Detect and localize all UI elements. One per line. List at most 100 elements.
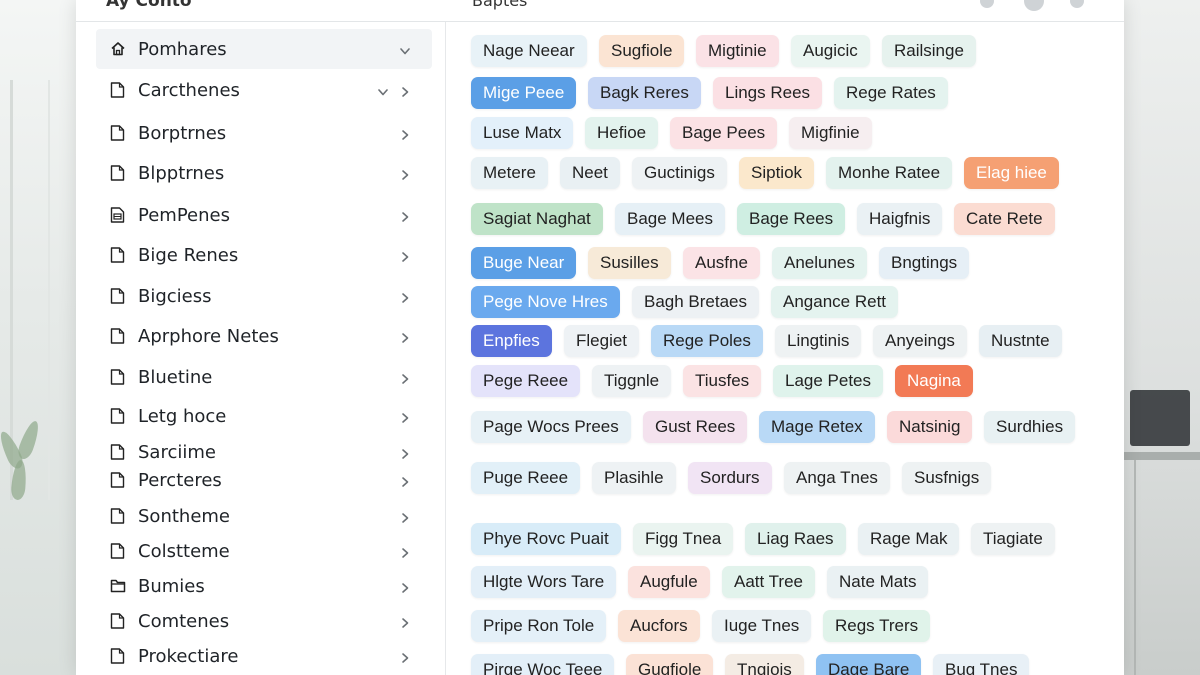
tag-chip[interactable]: Tiagiate	[971, 523, 1055, 555]
tag-chip[interactable]: Dage Bare	[816, 654, 922, 675]
tag-chip[interactable]: Lingtinis	[775, 325, 862, 357]
sidebar-item-borptrnes[interactable]: Borptrnes	[96, 113, 432, 153]
notification-icon[interactable]	[980, 0, 994, 8]
sidebar-item-bluetine[interactable]: Bluetine	[96, 357, 432, 397]
tag-chip[interactable]: Siptiok	[739, 157, 815, 189]
chevron-right-icon[interactable]	[398, 126, 412, 140]
tag-chip[interactable]: Luse Matx	[471, 117, 574, 149]
tag-chip[interactable]: Anyeings	[873, 325, 967, 357]
chevron-down-icon[interactable]	[376, 83, 390, 97]
chevron-right-icon[interactable]	[398, 473, 412, 487]
sidebar-item-sontheme[interactable]: Sontheme	[96, 496, 432, 536]
tag-chip[interactable]: Mige Peee	[471, 77, 577, 109]
tag-chip[interactable]: Gugfiole	[626, 654, 714, 675]
tag-chip[interactable]: Susfnigs	[902, 462, 992, 494]
tag-chip[interactable]: Elag hiee	[964, 157, 1059, 189]
tag-chip[interactable]: Railsinge	[882, 35, 976, 67]
tag-chip[interactable]: Buge Near	[471, 247, 577, 279]
tag-chip[interactable]: Sugfiole	[599, 35, 685, 67]
tag-chip[interactable]: Bage Pees	[670, 117, 778, 149]
tag-chip[interactable]: Nustnte	[979, 325, 1062, 357]
tag-chip[interactable]: Bagk Reres	[588, 77, 701, 109]
sidebar-item-percteres[interactable]: Percteres	[96, 460, 432, 500]
chevron-down-icon[interactable]	[398, 42, 412, 56]
sidebar-item-blpptrnes[interactable]: Blpptrnes	[96, 153, 432, 193]
tag-chip[interactable]: Pripe Ron Tole	[471, 610, 607, 642]
tag-chip[interactable]: Bug Tnes	[933, 654, 1030, 675]
sidebar-item-bige-renes[interactable]: Bige Renes	[96, 235, 432, 275]
settings-icon[interactable]	[1070, 0, 1084, 8]
sidebar-item-prokectiare[interactable]: Prokectiare	[96, 636, 432, 675]
tag-chip[interactable]: Phye Rovc Puait	[471, 523, 621, 555]
sidebar-item-pomhares[interactable]: Pomhares	[96, 29, 432, 69]
sidebar-item-bigciess[interactable]: Bigciess	[96, 276, 432, 316]
tag-chip[interactable]: Cate Rete	[954, 203, 1055, 235]
tag-chip[interactable]: Metere	[471, 157, 548, 189]
tag-chip[interactable]: Rege Poles	[651, 325, 763, 357]
tag-chip[interactable]: Plasihle	[592, 462, 676, 494]
tag-chip[interactable]: Susilles	[588, 247, 671, 279]
tag-chip[interactable]: Iuge Tnes	[712, 610, 812, 642]
tag-chip[interactable]: Bngtings	[879, 247, 970, 279]
tag-chip[interactable]: Tiusfes	[683, 365, 762, 397]
sidebar-item-comtenes[interactable]: Comtenes	[96, 601, 432, 641]
chevron-right-icon[interactable]	[398, 579, 412, 593]
tag-chip[interactable]: Haigfnis	[857, 203, 943, 235]
tag-chip[interactable]: Lage Petes	[773, 365, 884, 397]
tag-chip[interactable]: Bage Rees	[737, 203, 846, 235]
tag-chip[interactable]: Augfule	[628, 566, 710, 598]
chevron-right-icon[interactable]	[398, 289, 412, 303]
tag-chip[interactable]: Hlgte Wors Tare	[471, 566, 617, 598]
tag-chip[interactable]: Liag Raes	[745, 523, 846, 555]
chevron-right-icon[interactable]	[398, 445, 412, 459]
tag-chip[interactable]: Enpfies	[471, 325, 552, 357]
tag-chip[interactable]: Pirge Woc Teee	[471, 654, 615, 675]
tag-chip[interactable]: Regs Trers	[823, 610, 931, 642]
chevron-right-icon[interactable]	[398, 614, 412, 628]
tag-chip[interactable]: Guctinigs	[632, 157, 727, 189]
tag-chip[interactable]: Angance Rett	[771, 286, 899, 318]
tag-chip[interactable]: Gust Rees	[643, 411, 748, 443]
chevron-right-icon[interactable]	[398, 329, 412, 343]
chevron-right-icon[interactable]	[398, 370, 412, 384]
tag-chip[interactable]: Nagina	[895, 365, 973, 397]
tag-chip[interactable]: Figg Tnea	[633, 523, 734, 555]
chevron-right-icon[interactable]	[398, 649, 412, 663]
tag-chip[interactable]: Sagiat Naghat	[471, 203, 603, 235]
tag-chip[interactable]: Hefioe	[585, 117, 659, 149]
tag-chip[interactable]: Rage Mak	[858, 523, 960, 555]
tag-chip[interactable]: Anelunes	[772, 247, 867, 279]
tag-chip[interactable]: Pege Reee	[471, 365, 581, 397]
tag-chip[interactable]: Lings Rees	[713, 77, 823, 109]
tag-chip[interactable]: Pege Nove Hres	[471, 286, 620, 318]
chevron-right-icon[interactable]	[398, 83, 412, 97]
tag-chip[interactable]: Anga Tnes	[784, 462, 890, 494]
tag-chip[interactable]: Bagh Bretaes	[632, 286, 760, 318]
sidebar-item-colstteme[interactable]: Colstteme	[96, 531, 432, 571]
chevron-right-icon[interactable]	[398, 166, 412, 180]
tag-chip[interactable]: Monhe Ratee	[826, 157, 953, 189]
sidebar-item-letg-hoce[interactable]: Letg hoce	[96, 396, 432, 436]
avatar[interactable]	[1024, 0, 1044, 11]
tag-chip[interactable]: Page Wocs Prees	[471, 411, 631, 443]
sidebar-item-bumies[interactable]: Bumies	[96, 566, 432, 606]
tag-chip[interactable]: Flegiet	[564, 325, 640, 357]
sidebar-item-aprphore-netes[interactable]: Aprphore Netes	[96, 316, 432, 356]
tag-chip[interactable]: Bage Mees	[615, 203, 725, 235]
tag-chip[interactable]: Ausfne	[683, 247, 760, 279]
chevron-right-icon[interactable]	[398, 248, 412, 262]
tag-chip[interactable]: Tiggnle	[592, 365, 672, 397]
chevron-right-icon[interactable]	[398, 544, 412, 558]
tag-chip[interactable]: Migtinie	[696, 35, 779, 67]
tag-chip[interactable]: Surdhies	[984, 411, 1076, 443]
tag-chip[interactable]: Puge Reee	[471, 462, 581, 494]
tag-chip[interactable]: Mage Retex	[759, 411, 875, 443]
chevron-right-icon[interactable]	[398, 509, 412, 523]
chevron-right-icon[interactable]	[398, 409, 412, 423]
tag-chip[interactable]: Nate Mats	[827, 566, 929, 598]
tag-chip[interactable]: Migfinie	[789, 117, 872, 149]
tag-chip[interactable]: Sordurs	[688, 462, 772, 494]
tag-chip[interactable]: Aucfors	[618, 610, 700, 642]
sidebar-item-carcthenes[interactable]: Carcthenes	[96, 70, 432, 110]
tag-chip[interactable]: Neet	[560, 157, 620, 189]
